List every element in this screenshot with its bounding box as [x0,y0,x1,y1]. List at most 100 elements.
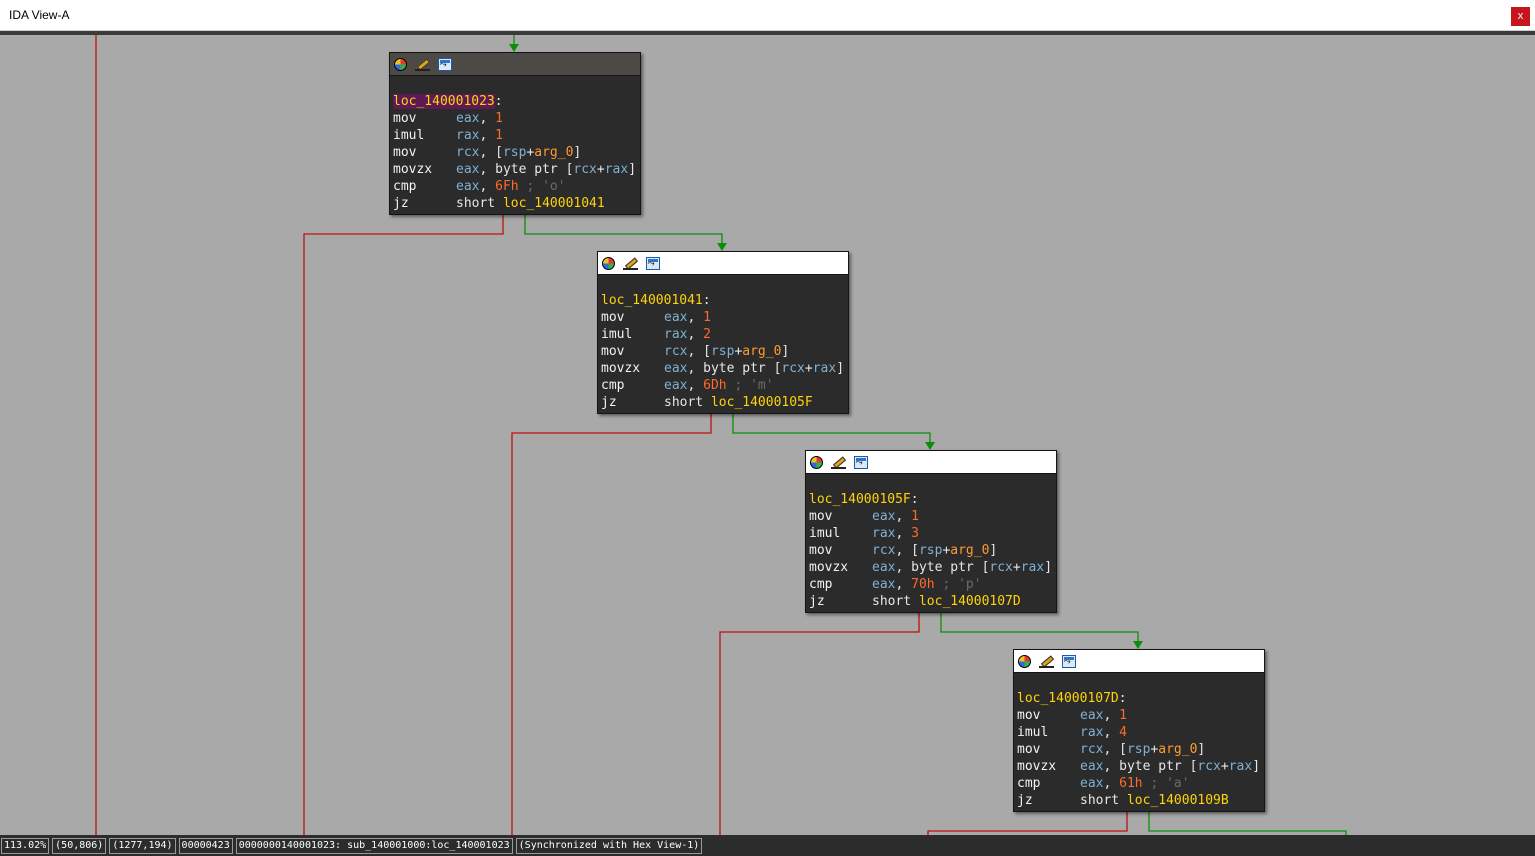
mnemonic: jz [393,196,409,211]
color-palette-icon[interactable] [808,454,825,471]
mnemonic: mov [809,543,833,558]
operand: short [872,594,919,609]
instruction-line[interactable]: cmp eax, 6Dh ; 'm' [601,377,845,394]
operand: rsp [502,145,527,160]
block-label[interactable]: loc_140001041 [601,293,703,308]
graph-position: (50,806) [52,837,107,854]
operand: eax [1080,759,1104,774]
rename-pencil-icon-glyph [415,58,430,71]
graph-overview-icon[interactable] [1060,653,1077,670]
false-branch-edge [719,613,920,835]
graph-overview-icon-glyph [1061,654,1076,668]
graph-edges [95,35,1347,835]
block-label[interactable]: loc_140001023 [393,94,495,109]
mnemonic: imul [393,128,425,143]
operand: rax [872,526,896,541]
rename-pencil-icon-glyph [1039,655,1054,668]
operand: , [895,577,912,592]
operand: + [804,361,813,376]
rename-pencil-icon[interactable] [414,56,431,73]
instruction-line[interactable]: mov rcx, [rsp+arg_0] [393,144,637,161]
graph-overview-icon[interactable] [436,56,453,73]
graph-overview-icon[interactable] [644,255,661,272]
instruction-line[interactable]: cmp eax, 61h ; 'a' [1017,775,1261,792]
graph-overview-icon-glyph [853,455,868,469]
operand: ] [573,145,582,160]
mnemonic: jz [1017,793,1033,808]
operand: , byte ptr [ [1103,759,1198,774]
rename-pencil-icon[interactable] [830,454,847,471]
operand: eax [872,509,896,524]
operand: + [1220,759,1229,774]
instruction-line[interactable]: cmp eax, 70h ; 'p' [809,576,1053,593]
code-block[interactable]: loc_140001041:mov eax, 1 imul rax, 2 mov rcx,… [597,251,849,414]
graph-overview-icon[interactable] [852,454,869,471]
code-block-header [806,451,1056,474]
instruction-line[interactable]: imul rax, 1 [393,127,637,144]
false-branch-edge [303,215,504,835]
current-location: 0000000140001023: sub_140001000:loc_1400… [235,837,513,854]
rename-pencil-icon[interactable] [1038,653,1055,670]
edge-arrowhead [717,243,727,251]
mnemonic: mov [601,344,625,359]
operand: ] [1252,759,1261,774]
instruction-line[interactable]: cmp eax, 6Fh ; 'o' [393,178,637,195]
color-palette-icon[interactable] [392,56,409,73]
instruction-line[interactable]: mov eax, 1 [393,110,637,127]
code-block[interactable]: loc_14000105F:mov eax, 1 imul rax, 3 mov rcx,… [805,450,1057,613]
instruction-line[interactable]: mov eax, 1 [601,309,845,326]
instruction-line[interactable]: mov rcx, [rsp+arg_0] [601,343,845,360]
operand: , [ [687,344,711,359]
block-label[interactable]: loc_14000105F [809,492,911,507]
rename-pencil-icon[interactable] [622,255,639,272]
block-label[interactable]: loc_14000107D [1017,691,1119,706]
instruction-line[interactable]: jz short loc_140001041 [393,195,637,212]
operand: , [687,327,704,342]
instruction-line[interactable]: imul rax, 3 [809,525,1053,542]
operand: ] [836,361,845,376]
instruction-line[interactable]: jz short loc_14000107D [809,593,1053,610]
operand: ] [628,162,637,177]
jump-target[interactable]: loc_140001041 [503,196,605,211]
instruction-line[interactable]: jz short loc_14000109B [1017,792,1261,809]
instruction-line[interactable]: movzx eax, byte ptr [rcx+rax] [393,161,637,178]
mnemonic: cmp [1017,776,1041,791]
instruction-line[interactable]: movzx eax, byte ptr [rcx+rax] [809,559,1053,576]
jump-target[interactable]: loc_14000105F [711,395,813,410]
code-block[interactable]: loc_140001023:mov eax, 1 imul rax, 1 mov rcx,… [389,52,641,215]
operand: rcx [664,344,688,359]
operand: , [ [479,145,503,160]
operand: eax [664,361,688,376]
instruction-line[interactable]: movzx eax, byte ptr [rcx+rax] [601,360,845,377]
jump-target[interactable]: loc_14000107D [919,594,1021,609]
operand: rcx [1197,759,1221,774]
instruction-line[interactable]: movzx eax, byte ptr [rcx+rax] [1017,758,1261,775]
instruction-line[interactable]: mov rcx, [rsp+arg_0] [809,542,1053,559]
mnemonic: jz [601,395,617,410]
operand: ] [1197,742,1206,757]
close-icon[interactable]: x [1511,7,1530,26]
code-block[interactable]: loc_14000107D:mov eax, 1 imul rax, 4 mov rcx,… [1013,649,1265,812]
operand: , [479,111,496,126]
instruction-line[interactable]: mov eax, 1 [809,508,1053,525]
true-branch-edge [732,414,931,443]
instruction-line[interactable]: mov eax, 1 [1017,707,1261,724]
block-label-line: loc_14000105F: [809,492,919,507]
mnemonic: movzx [601,361,641,376]
graph-view[interactable]: loc_140001023:mov eax, 1 imul rax, 1 mov rcx,… [0,35,1535,835]
mnemonic: movzx [809,560,849,575]
operand: eax [1080,776,1104,791]
jump-target[interactable]: loc_14000109B [1127,793,1229,808]
color-palette-icon[interactable] [1016,653,1033,670]
instruction-line[interactable]: jz short loc_14000105F [601,394,845,411]
instruction-line[interactable]: imul rax, 2 [601,326,845,343]
instruction-line[interactable]: imul rax, 4 [1017,724,1261,741]
operand: rax [812,361,837,376]
color-palette-icon[interactable] [600,255,617,272]
operand: rax [1020,560,1045,575]
block-label-line: loc_14000107D: [1017,691,1127,706]
mouse-position: (1277,194) [109,837,176,854]
operand: rcx [872,543,896,558]
instruction-line[interactable]: mov rcx, [rsp+arg_0] [1017,741,1261,758]
